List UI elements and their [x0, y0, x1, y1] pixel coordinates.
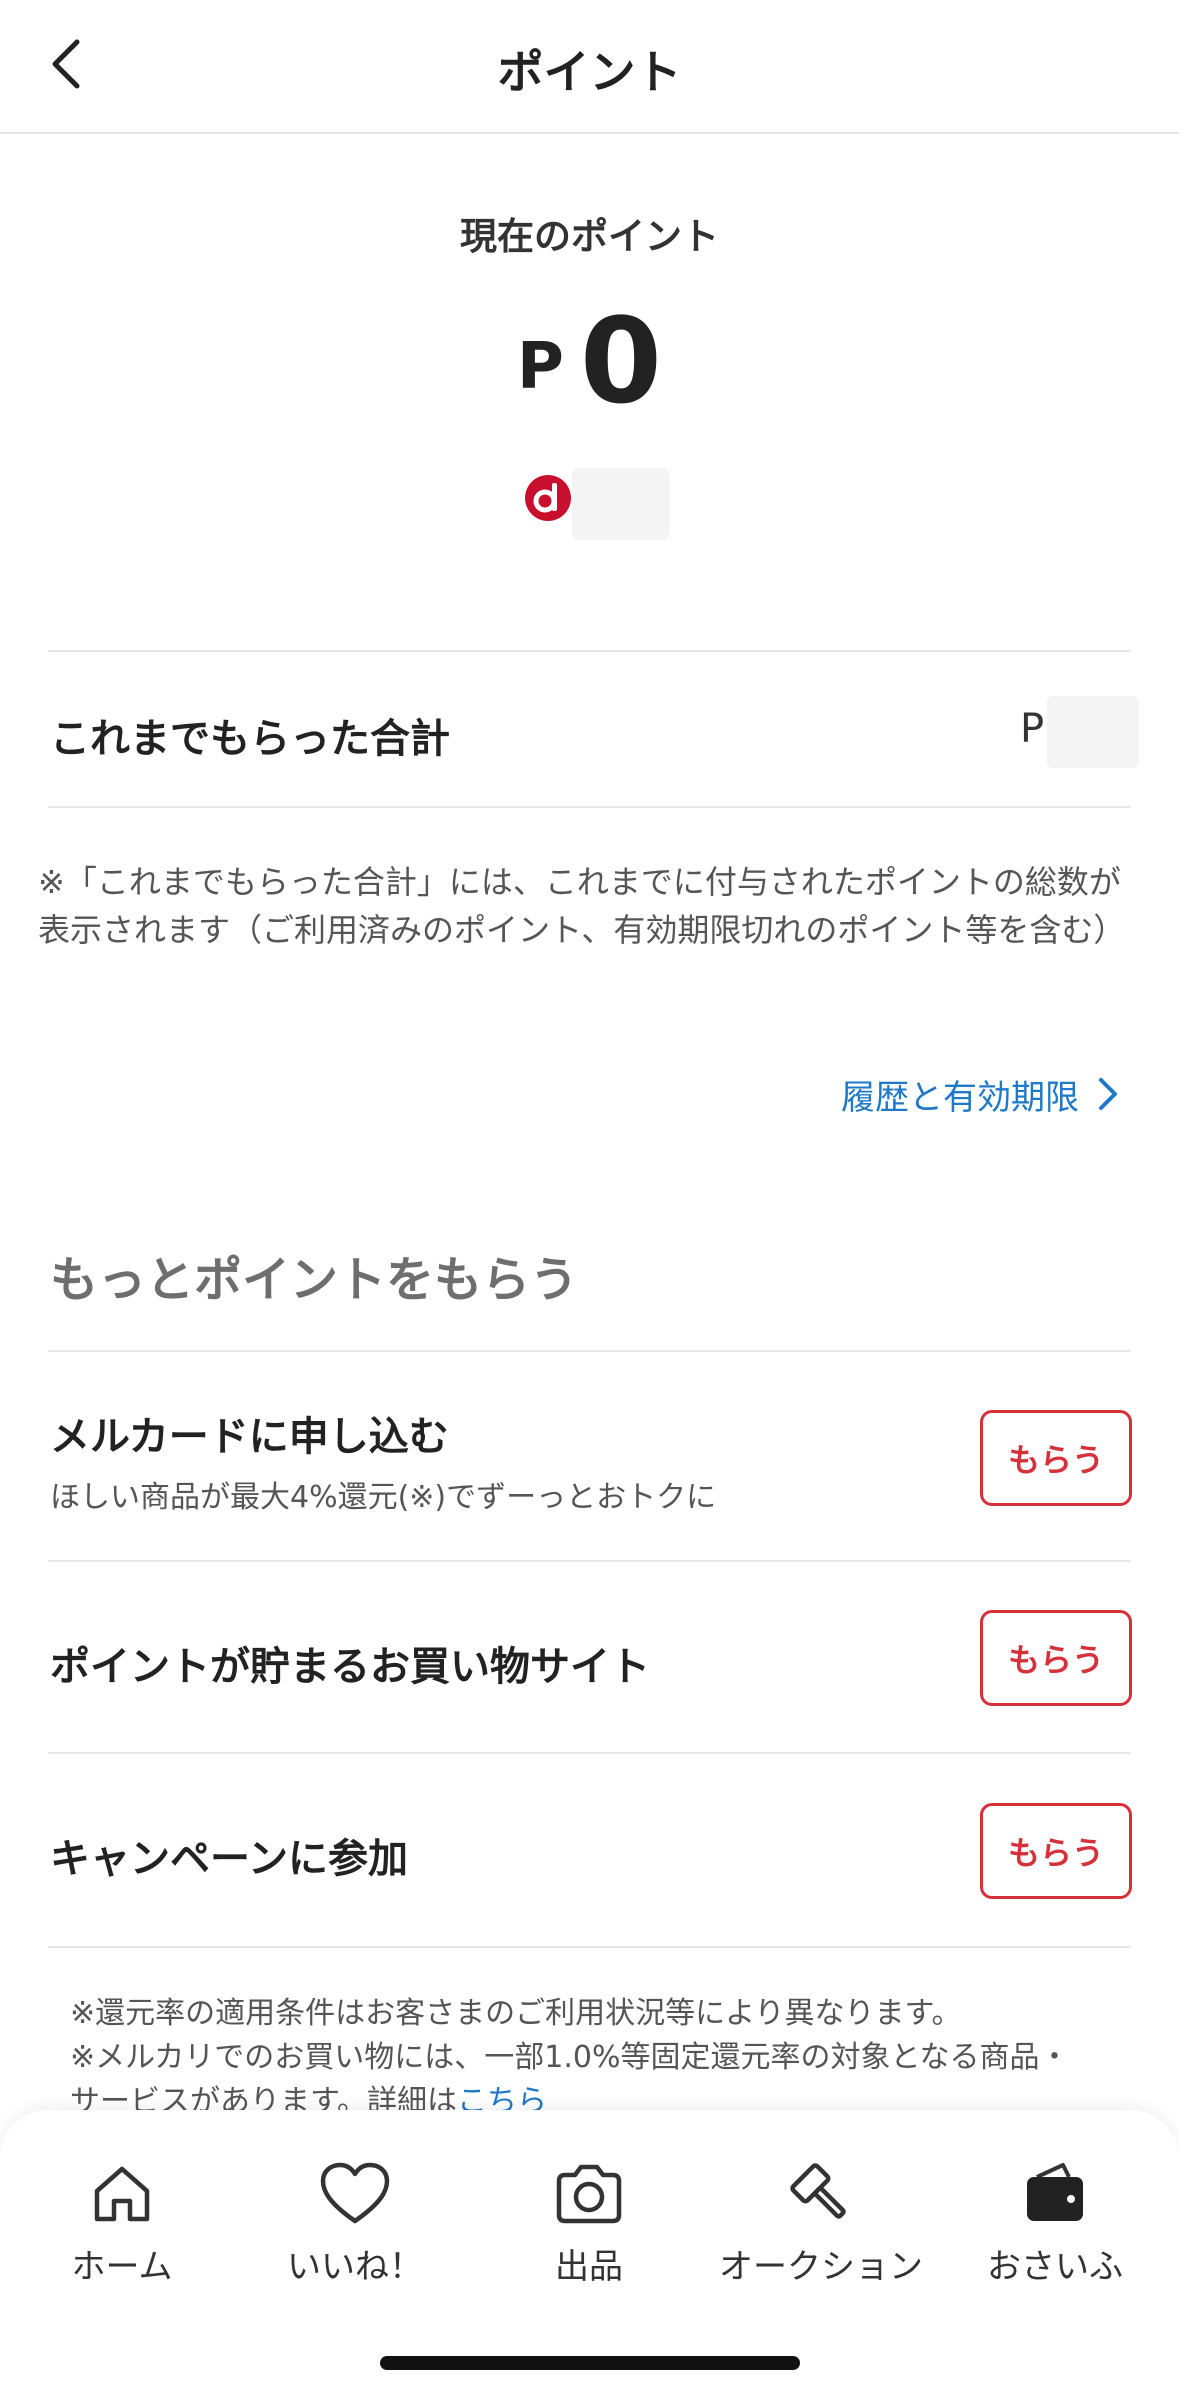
nav-label: いいね！	[287, 2247, 423, 2287]
footnote-line: ※メルカリでのお買い物には、一部1.0%等固定還元率の対象となる商品・	[70, 2040, 1070, 2075]
redacted-dpoint-info	[572, 468, 670, 540]
total-note: ※「これまでもらった合計」には、これまでに付与されたポイントの総数が表示されます…	[38, 863, 1126, 949]
wallet-icon	[1027, 2162, 1083, 2221]
camera-icon	[556, 2164, 622, 2223]
mercard-apply-subtitle: ほしい商品が最大4%還元(※)でずーっとおトクに	[50, 1480, 717, 1515]
divider	[48, 650, 1131, 652]
page-title: ポイント	[497, 45, 682, 99]
divider	[48, 1350, 1131, 1352]
home-indicator	[380, 2356, 800, 2370]
campaign-get-button[interactable]: もらう	[980, 1803, 1132, 1899]
nav-label: 出品	[555, 2247, 623, 2287]
bottom-nav: ホーム いいね！ 出品 オークション おさいふ	[0, 2110, 1179, 2396]
points-prefix: P	[516, 330, 564, 404]
redacted-total-value	[1047, 696, 1139, 768]
divider	[48, 806, 1131, 808]
nav-wallet[interactable]: おさいふ	[940, 2158, 1170, 2288]
d-point-logo-icon: d	[525, 475, 571, 521]
points-page: ポイント 現在のポイント P 0 d これまでもらった合計 P ※「これまでもら…	[0, 0, 1179, 2396]
divider	[48, 1560, 1131, 1562]
nav-label: オークション	[719, 2247, 923, 2287]
mercard-get-button[interactable]: もらう	[980, 1410, 1132, 1506]
heart-icon	[320, 2162, 390, 2223]
current-points: P 0	[0, 290, 1179, 420]
nav-label: ホーム	[71, 2247, 173, 2287]
points-value: 0	[579, 292, 662, 430]
divider	[48, 1752, 1131, 1754]
total-received-label: これまでもらった合計	[50, 716, 450, 762]
shopping-site-title: ポイントが貯まるお買い物サイト	[50, 1644, 650, 1690]
chevron-right-icon	[1099, 1078, 1117, 1110]
mercard-apply-title: メルカードに申し込む	[50, 1414, 449, 1460]
footnote-line: ※還元率の適用条件はお客さまのご利用状況等により異なります。	[70, 1996, 962, 2031]
home-icon	[94, 2166, 150, 2221]
total-prefix: P	[1020, 706, 1045, 752]
current-points-label: 現在のポイント	[460, 215, 719, 258]
divider	[48, 1946, 1131, 1948]
nav-sell[interactable]: 出品	[474, 2158, 704, 2288]
history-expiry-link[interactable]: 履歴と有効期限	[841, 1068, 1119, 1120]
nav-label: おさいふ	[987, 2247, 1123, 2287]
nav-auction[interactable]: オークション	[706, 2158, 936, 2288]
gavel-icon	[790, 2162, 846, 2219]
header: ポイント	[0, 0, 1179, 134]
shopping-site-get-button[interactable]: もらう	[980, 1610, 1132, 1706]
section-title: もっとポイントをもらう	[50, 1252, 579, 1308]
campaign-title: キャンペーンに参加	[50, 1836, 408, 1882]
history-link-label: 履歴と有効期限	[841, 1077, 1079, 1118]
nav-likes[interactable]: いいね！	[240, 2158, 470, 2288]
nav-home[interactable]: ホーム	[7, 2158, 237, 2288]
